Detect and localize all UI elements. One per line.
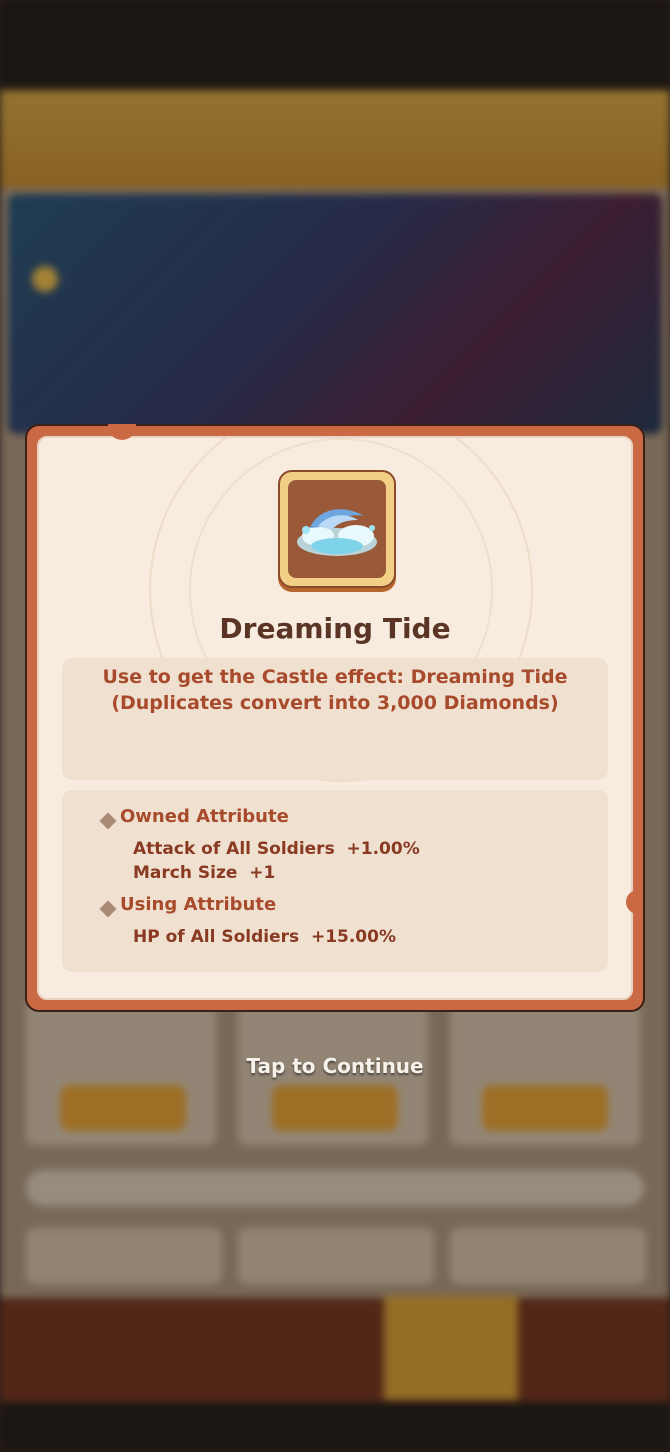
item-icon-frame [278,470,396,588]
owned-attribute-heading: Owned Attribute [120,806,289,827]
bullet-diamond-icon [99,812,117,830]
item-title: Dreaming Tide [219,612,451,645]
description-box: Use to get the Castle effect: Dreaming T… [62,658,608,780]
description-line: (Duplicates convert into 3,000 Diamonds) [111,692,559,714]
tap-to-continue[interactable]: Tap to Continue [0,1054,670,1078]
wave-cloud-icon [297,509,377,556]
description-line: Use to get the Castle effect: Dreaming T… [102,666,568,688]
using-attribute-value: HP of All Soldiers +15.00% [133,927,396,947]
owned-attribute-value: Attack of All Soldiers +1.00% [133,839,420,859]
using-attribute-heading: Using Attribute [120,894,277,915]
bullet-diamond-icon [99,900,117,918]
attributes-box: Owned Attribute Attack of All Soldiers +… [62,790,608,972]
item-icon-slot [288,480,386,578]
owned-attribute-value: March Size +1 [133,863,276,883]
